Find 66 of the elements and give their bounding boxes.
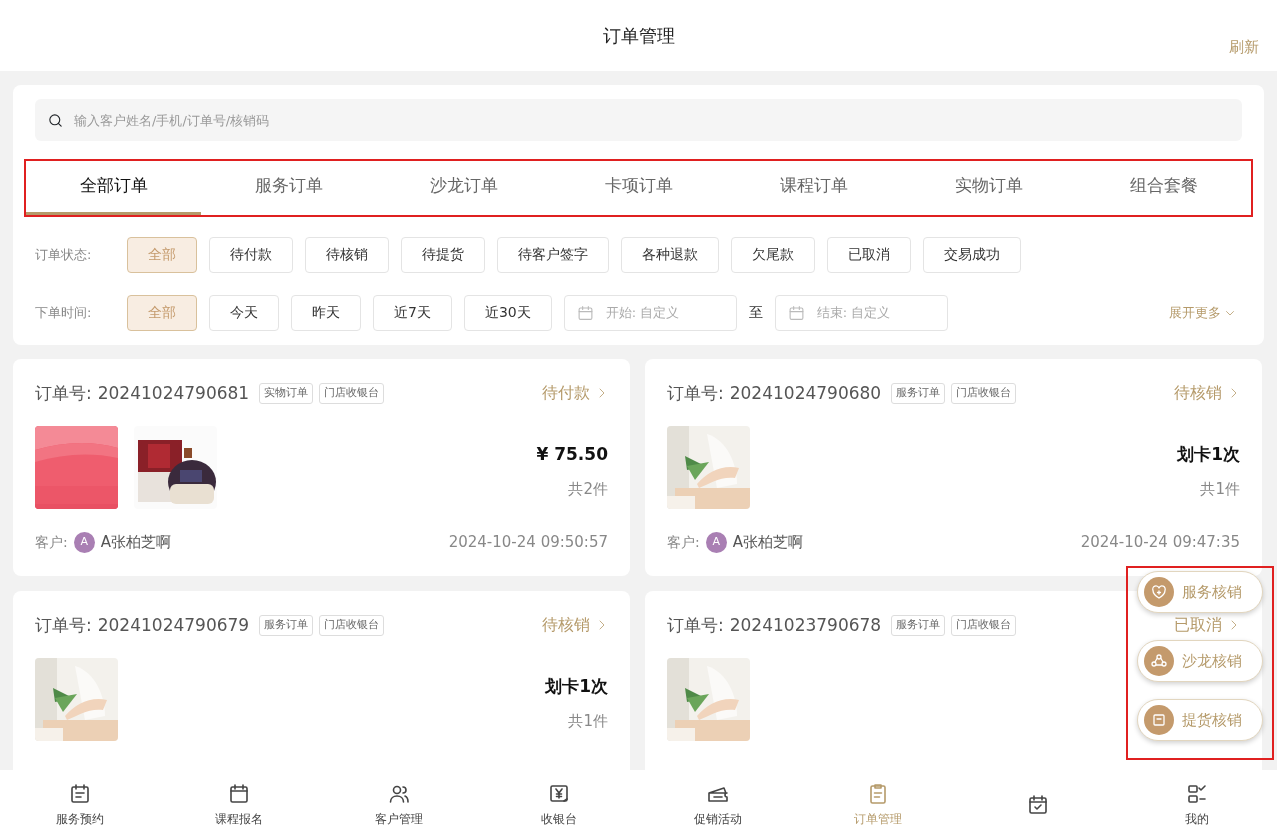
item-count: 共1件 (1199, 478, 1240, 500)
order-tab[interactable]: 沙龙订单 (376, 165, 551, 215)
order-tag: 门店收银台 (319, 383, 385, 404)
search-icon (47, 111, 64, 129)
filter-chip[interactable]: 近30天 (463, 294, 552, 331)
item-count: 共2件 (567, 478, 608, 500)
order-tag: 门店收银台 (951, 383, 1017, 404)
order-number-label: 订单号: (667, 613, 724, 637)
filter-chip[interactable]: 待客户签字 (497, 236, 609, 273)
order-tab[interactable]: 组合套餐 (1076, 165, 1251, 215)
customer-label: 客户: (35, 532, 68, 552)
order-number: 20241024790679 (97, 613, 250, 637)
avatar: A (705, 531, 727, 553)
page-title: 订单管理 (602, 24, 675, 48)
calendar-icon (576, 303, 594, 322)
order-number-label: 订单号: (35, 613, 92, 637)
filter-chip[interactable]: 待付款 (209, 236, 293, 273)
nav-tab[interactable]: 客户管理 (319, 770, 479, 839)
avatar: A (73, 531, 95, 553)
bag-icon (1144, 705, 1174, 735)
order-time: 2024-10-24 09:47:35 (1080, 532, 1240, 553)
order-tab[interactable]: 服务订单 (201, 165, 376, 215)
calendar-icon (787, 303, 805, 322)
order-tab[interactable]: 卡项订单 (551, 165, 726, 215)
filter-chip[interactable]: 待核销 (305, 236, 389, 273)
order-tab[interactable]: 课程订单 (726, 165, 901, 215)
people-icon (1144, 646, 1174, 676)
date-field[interactable]: 开始: 自定义 (563, 294, 737, 331)
filter-chip[interactable]: 交易成功 (923, 236, 1021, 273)
order-amount: 划卡1次 (1177, 443, 1240, 466)
filter-chip[interactable]: 待提货 (401, 236, 485, 273)
order-number: 20241023790678 (729, 613, 882, 637)
filter-chip[interactable]: 近7天 (373, 294, 452, 331)
order-tag: 实物订单 (259, 383, 314, 404)
order-tag: 门店收银台 (951, 615, 1017, 636)
filter-label: 订单状态: (35, 245, 93, 264)
filter-chip[interactable]: 已取消 (827, 236, 911, 273)
customer-label: 客户: (667, 532, 700, 552)
order-tag: 服务订单 (891, 615, 946, 636)
nav-tab[interactable]: 课程报名 (159, 770, 320, 839)
range-separator: 至 (748, 303, 763, 322)
order-time: 2024-10-24 09:50:57 (448, 532, 608, 553)
date-field[interactable]: 结束: 自定义 (774, 294, 948, 331)
nav-tab[interactable]: 服务预约 (0, 770, 160, 839)
order-number-label: 订单号: (35, 381, 92, 405)
filter-chip[interactable]: 昨天 (291, 294, 361, 331)
nav-tab[interactable]: 促销活动 (638, 770, 799, 839)
order-tag: 门店收银台 (319, 615, 385, 636)
customer-name: A张柏芝啊 (732, 532, 803, 553)
order-number: 20241024790681 (97, 381, 250, 405)
filter-label: 下单时间: (35, 303, 93, 322)
nav-tab[interactable]: 收银台 (478, 770, 639, 839)
order-tab[interactable]: 实物订单 (901, 165, 1076, 215)
filter-chip[interactable]: 今天 (209, 294, 279, 331)
order-amount: ¥ 75.50 (536, 443, 608, 466)
order-tab[interactable]: 全部订单 (26, 165, 201, 215)
order-number-label: 订单号: (667, 381, 724, 405)
filter-chip[interactable]: 各种退款 (621, 236, 719, 273)
customer-name: A张柏芝啊 (100, 532, 171, 553)
nav-tab[interactable]: 我的 (1117, 770, 1277, 839)
filter-chip[interactable]: 欠尾款 (731, 236, 815, 273)
order-tag: 服务订单 (891, 383, 946, 404)
item-count: 共1件 (567, 710, 608, 732)
order-tag: 服务订单 (259, 615, 314, 636)
order-amount: 划卡1次 (545, 675, 608, 698)
order-number: 20241024790680 (729, 381, 882, 405)
